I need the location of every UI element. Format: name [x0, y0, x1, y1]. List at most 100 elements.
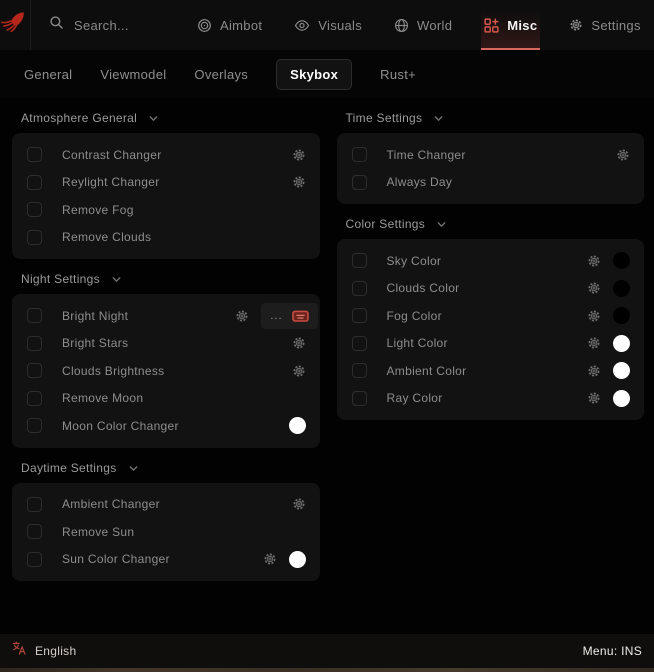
- checkbox-contrast-changer[interactable]: [27, 147, 42, 163]
- gear-icon[interactable]: [616, 148, 630, 162]
- search-bar[interactable]: [49, 0, 194, 50]
- checkbox-remove-sun[interactable]: [27, 524, 42, 540]
- section-card: Sky Color Clouds Color Fog Color Light C…: [336, 239, 645, 420]
- gear-icon[interactable]: [292, 175, 306, 189]
- feature-row-ray-color: Ray Color: [337, 385, 645, 413]
- section-header-atmosphere-general[interactable]: Atmosphere General: [12, 98, 320, 133]
- section-header-color-settings[interactable]: Color Settings: [337, 204, 645, 239]
- section-card: Bright Night ... Bright Stars Clouds Bri…: [12, 294, 320, 448]
- feature-label: Ambient Color: [386, 363, 467, 378]
- chevron-down-icon: [128, 463, 139, 474]
- app-logo: [0, 0, 31, 50]
- nav-item-misc[interactable]: Misc: [481, 0, 541, 50]
- gear-icon[interactable]: [587, 254, 601, 268]
- gear-icon[interactable]: [587, 391, 601, 405]
- checkbox-moon-color-changer[interactable]: [27, 418, 42, 434]
- cheat-menu-window: Aimbot Visuals World Misc Settings Gener…: [0, 0, 654, 672]
- feature-row-sky-color: Sky Color: [337, 247, 645, 275]
- section-card: Contrast Changer Reylight Changer Remove…: [12, 133, 320, 259]
- left-column: Atmosphere General Contrast Changer Reyli…: [12, 98, 320, 581]
- tab-overlays[interactable]: Overlays: [194, 60, 248, 89]
- color-swatch-fog-color[interactable]: [613, 307, 630, 325]
- section-header-time-settings[interactable]: Time Settings: [337, 98, 645, 133]
- checkbox-sun-color-changer[interactable]: [27, 551, 42, 567]
- feature-label: Reylight Changer: [62, 175, 160, 190]
- feature-label: Moon Color Changer: [62, 418, 179, 433]
- chevron-down-icon: [436, 219, 447, 230]
- keybind-box-bright-night[interactable]: ...: [261, 302, 318, 329]
- row-controls: [587, 279, 630, 297]
- checkbox-remove-fog[interactable]: [27, 202, 42, 218]
- checkbox-bright-night[interactable]: [27, 308, 42, 324]
- feature-row-reylight-changer: Reylight Changer: [12, 169, 320, 197]
- gear-icon[interactable]: [235, 309, 249, 323]
- feature-row-ambient-color: Ambient Color: [337, 357, 645, 385]
- language-label: English: [35, 644, 77, 658]
- search-input[interactable]: [74, 17, 194, 33]
- feature-label: Sun Color Changer: [62, 552, 170, 567]
- sub-tabs: General Viewmodel Overlays Skybox Rust+: [0, 50, 654, 98]
- nav-item-label: Aimbot: [220, 17, 263, 33]
- gear-icon[interactable]: [292, 336, 306, 350]
- color-swatch-light-color[interactable]: [613, 334, 630, 352]
- checkbox-always-day[interactable]: [351, 174, 367, 190]
- section-card: Time Changer Always Day: [336, 133, 644, 204]
- feature-row-remove-clouds: Remove Clouds: [12, 224, 320, 252]
- checkbox-clouds-color[interactable]: [351, 280, 367, 296]
- color-swatch-sun-color-changer[interactable]: [288, 550, 306, 568]
- section-title: Atmosphere General: [21, 111, 138, 125]
- gear-icon[interactable]: [587, 309, 601, 323]
- color-swatch-sky-color[interactable]: [613, 252, 630, 270]
- checkbox-clouds-brightness[interactable]: [27, 363, 42, 379]
- chevron-down-icon: [433, 113, 444, 124]
- checkbox-ambient-color[interactable]: [351, 363, 367, 379]
- section-header-night-settings[interactable]: Night Settings: [12, 259, 320, 294]
- checkbox-light-color[interactable]: [351, 335, 367, 351]
- checkbox-ambient-changer[interactable]: [27, 496, 42, 512]
- color-swatch-ambient-color[interactable]: [613, 362, 630, 380]
- nav-item-aimbot[interactable]: Aimbot: [194, 0, 265, 50]
- tab-skybox[interactable]: Skybox: [276, 58, 353, 90]
- gear-icon[interactable]: [587, 364, 601, 378]
- feature-label: Remove Sun: [62, 524, 135, 539]
- row-controls: [587, 252, 630, 270]
- section-header-daytime-settings[interactable]: Daytime Settings: [12, 448, 320, 483]
- tab-rust[interactable]: Rust+: [380, 60, 416, 89]
- gear-icon[interactable]: [292, 148, 306, 162]
- color-swatch-moon-color-changer[interactable]: [288, 417, 306, 435]
- feature-row-ambient-changer: Ambient Changer: [12, 491, 320, 519]
- color-swatch-ray-color[interactable]: [613, 389, 630, 407]
- row-controls: [292, 497, 306, 511]
- feature-label: Fog Color: [386, 308, 442, 323]
- checkbox-ray-color[interactable]: [351, 390, 367, 406]
- game-background-strip: [0, 668, 654, 672]
- globe-icon: [394, 18, 409, 33]
- color-swatch-clouds-color[interactable]: [613, 279, 630, 297]
- row-controls: [292, 175, 306, 189]
- checkbox-sky-color[interactable]: [351, 253, 367, 269]
- checkbox-remove-clouds[interactable]: [27, 229, 42, 245]
- feature-row-bright-night: Bright Night ...: [12, 302, 320, 330]
- tab-viewmodel[interactable]: Viewmodel: [100, 60, 166, 89]
- language-selector[interactable]: English: [12, 641, 76, 661]
- tab-general[interactable]: General: [24, 60, 72, 89]
- checkbox-reylight-changer[interactable]: [27, 174, 42, 190]
- gear-icon[interactable]: [587, 336, 601, 350]
- gear-icon: [569, 18, 583, 32]
- checkbox-fog-color[interactable]: [351, 308, 367, 324]
- checkbox-time-changer[interactable]: [351, 147, 367, 163]
- gear-icon[interactable]: [292, 364, 306, 378]
- nav-item-settings[interactable]: Settings: [566, 0, 643, 50]
- nav-item-world[interactable]: World: [391, 0, 455, 50]
- grid-plus-icon: [484, 17, 499, 33]
- gear-icon[interactable]: [587, 281, 601, 295]
- feature-row-clouds-brightness: Clouds Brightness: [12, 357, 320, 385]
- gear-icon[interactable]: [263, 552, 277, 566]
- nav-item-visuals[interactable]: Visuals: [291, 0, 365, 50]
- checkbox-remove-moon[interactable]: [27, 390, 42, 406]
- gear-icon[interactable]: [292, 497, 306, 511]
- feature-label: Remove Fog: [62, 202, 134, 217]
- right-column: Time Settings Time Changer Always Day Colo…: [336, 98, 645, 581]
- row-controls: [288, 417, 306, 435]
- checkbox-bright-stars[interactable]: [27, 335, 42, 351]
